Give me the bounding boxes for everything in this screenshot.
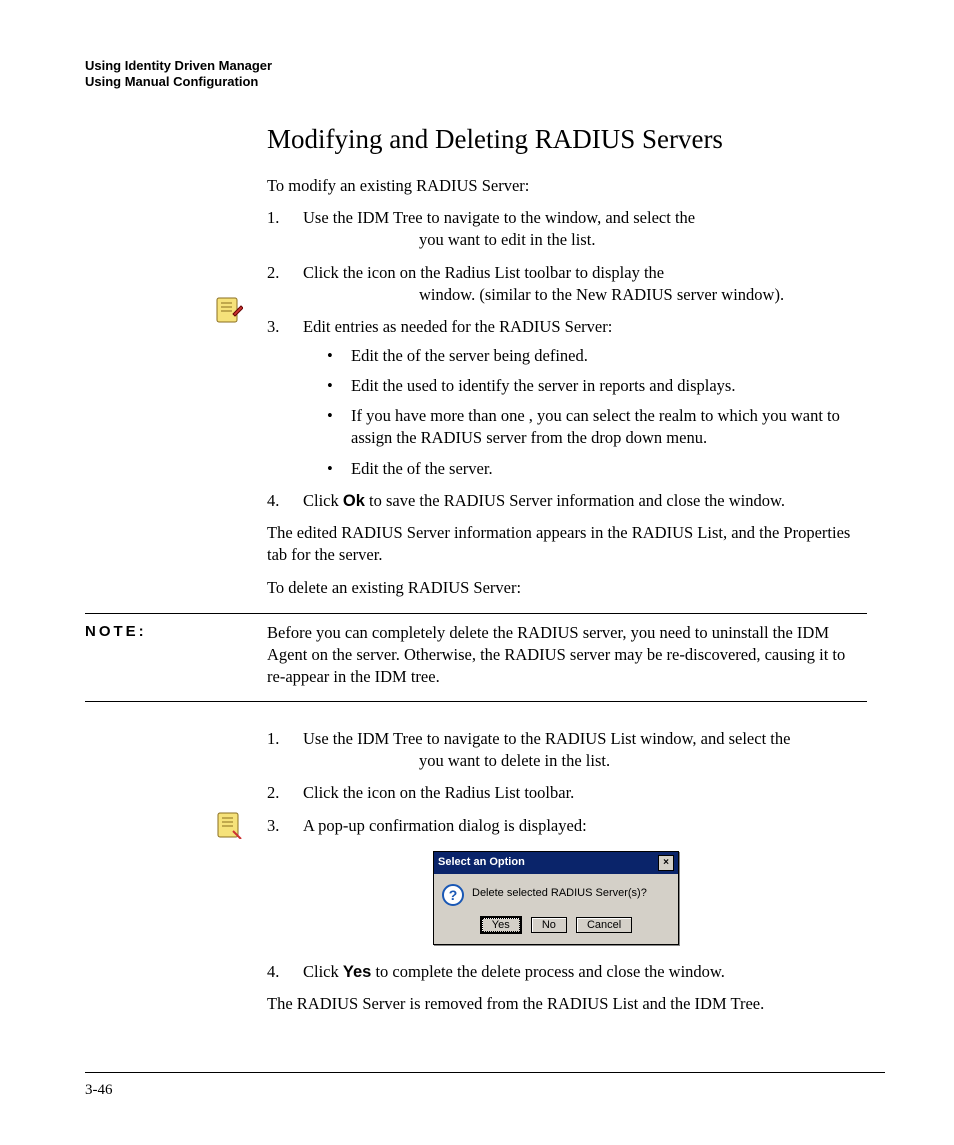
delete-radius-icon [215,811,243,839]
modify-step-3: 3. Edit entries as needed for the RADIUS… [267,316,867,480]
text: Click the icon on the Radius List toolba… [303,783,574,802]
footer-rule [85,1072,885,1073]
text: Click the icon on the Radius List toolba… [303,263,867,307]
delete-step-3: 3. A pop-up confirmation dialog is displ… [267,815,867,945]
main-content: Modifying and Deleting RADIUS Servers To… [267,121,867,1016]
modify-after: The edited RADIUS Server information app… [267,522,867,567]
running-head-line2: Using Manual Configuration [85,74,885,90]
running-head-line1: Using Identity Driven Manager [85,58,885,74]
running-head: Using Identity Driven Manager Using Manu… [85,58,885,91]
edit-radius-icon [215,296,243,324]
text: Click Yes to complete the delete process… [303,962,725,981]
bullet-4: Edit the of the server. [327,458,867,480]
cancel-button[interactable]: Cancel [576,917,632,933]
text: Use the IDM Tree to navigate to the RADI… [303,729,867,773]
modify-step-4: 4. Click Ok to save the RADIUS Server in… [267,490,867,512]
modify-step-2: 2. Click the icon on the Radius List too… [267,262,867,307]
bullet-2: Edit the used to identify the server in … [327,375,867,397]
modify-step-1: 1. Use the IDM Tree to navigate to the w… [267,207,867,252]
dialog-message: Delete selected RADIUS Server(s)? [472,884,670,901]
question-icon: ? [442,884,464,906]
text: A pop-up confirmation dialog is displaye… [303,816,587,835]
close-icon[interactable]: × [658,855,674,871]
bullet-3: If you have more than one , you can sele… [327,405,867,450]
delete-steps: 1. Use the IDM Tree to navigate to the R… [267,728,867,983]
note-body: Before you can completely delete the RAD… [267,622,867,689]
text: Click Ok to save the RADIUS Server infor… [303,491,785,510]
dialog-body: ? Delete selected RADIUS Server(s)? [434,874,678,912]
delete-step-2: 2. Click the icon on the Radius List too… [267,782,867,804]
delete-intro: To delete an existing RADIUS Server: [267,577,867,599]
edit-bullets: Edit the of the server being defined. Ed… [303,345,867,480]
dialog-title: Select an Option [438,855,525,870]
confirm-dialog: Select an Option × ? Delete selected RAD… [433,851,679,945]
modify-steps: 1. Use the IDM Tree to navigate to the w… [267,207,867,512]
section-title: Modifying and Deleting RADIUS Servers [267,121,867,157]
note-block: NOTE: Before you can completely delete t… [85,613,867,702]
bullet-1: Edit the of the server being defined. [327,345,867,367]
page: Using Identity Driven Manager Using Manu… [85,58,885,1025]
dialog-buttons: Yes No Cancel [434,912,678,944]
svg-text:?: ? [449,887,458,903]
dialog-titlebar: Select an Option × [434,852,678,874]
confirm-dialog-figure: Select an Option × ? Delete selected RAD… [433,851,867,945]
text: Use the IDM Tree to navigate to the wind… [303,208,867,252]
yes-button[interactable]: Yes [480,916,522,934]
delete-step-4: 4. Click Yes to complete the delete proc… [267,961,867,983]
note-label: NOTE: [85,622,267,642]
text: Edit entries as needed for the RADIUS Se… [303,317,612,336]
modify-intro: To modify an existing RADIUS Server: [267,175,867,197]
delete-step-1: 1. Use the IDM Tree to navigate to the R… [267,728,867,773]
no-button[interactable]: No [531,917,567,933]
delete-after: The RADIUS Server is removed from the RA… [267,993,867,1015]
page-number: 3-46 [85,1082,113,1099]
